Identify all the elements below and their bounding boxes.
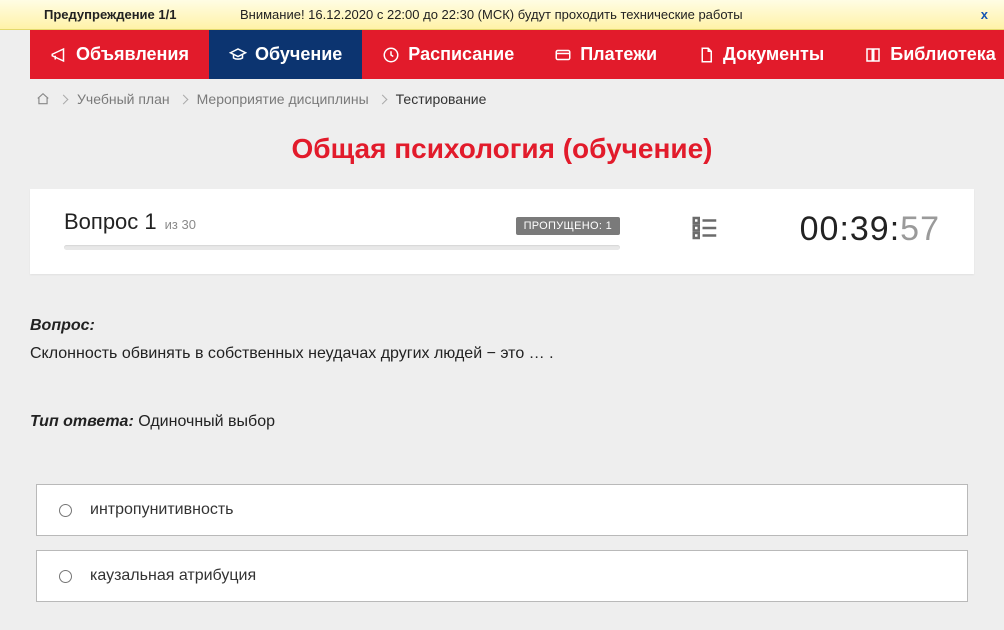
graduation-cap-icon [229, 46, 247, 64]
nav-tab-label: Библиотека [890, 44, 996, 65]
nav-tab-label: Расписание [408, 44, 514, 65]
answer-label: интропунитивность [90, 501, 234, 519]
clock-icon [382, 46, 400, 64]
breadcrumb-item[interactable]: Мероприятие дисциплины [197, 91, 369, 107]
progress-bar [64, 245, 620, 250]
question-label: Вопрос: [30, 317, 95, 334]
breadcrumb-item[interactable]: Учебный план [77, 91, 170, 107]
timer-hundredths: 57 [900, 210, 940, 248]
timer-minutes: 00 [800, 210, 840, 248]
answer-option[interactable]: интропунитивность [36, 484, 968, 536]
breadcrumb: Учебный план Мероприятие дисциплины Тест… [0, 79, 1004, 115]
question-number: Вопрос 1 [64, 209, 157, 235]
nav-tab-label: Обучение [255, 44, 342, 65]
home-icon[interactable] [36, 92, 50, 106]
chevron-right-icon [59, 94, 69, 104]
answer-radio[interactable] [59, 570, 72, 583]
answer-radio[interactable] [59, 504, 72, 517]
timer-seconds: 39 [850, 210, 890, 248]
chevron-right-icon [377, 94, 387, 104]
question-total: из 30 [165, 217, 196, 232]
warning-bar: Предупреждение 1/1 Внимание! 16.12.2020 … [0, 0, 1004, 30]
timer: 00:39:57 [780, 210, 940, 249]
nav-tab-label: Объявления [76, 44, 189, 65]
main-nav: Объявления Обучение Расписание [30, 30, 974, 79]
nav-tab-schedule[interactable]: Расписание [362, 30, 534, 79]
nav-tab-documents[interactable]: Документы [677, 30, 844, 79]
answer-label: каузальная атрибуция [90, 567, 256, 585]
question-progress: Вопрос 1 из 30 ПРОПУЩЕНО: 1 [64, 209, 620, 250]
answer-type-label: Тип ответа: [30, 413, 134, 430]
page-title: Общая психология (обучение) [0, 133, 1004, 165]
nav-tab-label: Платежи [580, 44, 657, 65]
warning-text: Внимание! 16.12.2020 с 22:00 до 22:30 (М… [240, 7, 975, 22]
answer-type-value: Одиночный выбор [138, 413, 275, 430]
nav-tab-learning[interactable]: Обучение [209, 30, 362, 79]
warning-close-button[interactable]: x [975, 7, 994, 22]
warning-title: Предупреждение 1/1 [44, 7, 240, 22]
megaphone-icon [50, 46, 68, 64]
question-list-icon[interactable] [690, 213, 720, 246]
skipped-badge: ПРОПУЩЕНО: 1 [516, 217, 620, 235]
document-icon [697, 46, 715, 64]
test-status-card: Вопрос 1 из 30 ПРОПУЩЕНО: 1 00:39:57 [30, 189, 974, 274]
scroll-container[interactable]: Предупреждение 1/1 Внимание! 16.12.2020 … [0, 0, 1004, 615]
breadcrumb-current: Тестирование [396, 91, 487, 107]
nav-tab-library[interactable]: Библиотека [844, 30, 1004, 79]
nav-tab-announcements[interactable]: Объявления [30, 30, 209, 79]
viewport: Предупреждение 1/1 Внимание! 16.12.2020 … [0, 0, 1004, 615]
answer-option[interactable]: каузальная атрибуция [36, 550, 968, 602]
question-text: Склонность обвинять в собственных неудач… [30, 342, 974, 366]
question-body: Вопрос: Склонность обвинять в собственны… [30, 314, 974, 434]
book-icon [864, 46, 882, 64]
page: Предупреждение 1/1 Внимание! 16.12.2020 … [0, 0, 1004, 615]
card-icon [554, 46, 572, 64]
nav-tab-label: Документы [723, 44, 824, 65]
chevron-right-icon [178, 94, 188, 104]
nav-tab-payments[interactable]: Платежи [534, 30, 677, 79]
answers-list: интропунитивность каузальная атрибуция [36, 484, 968, 602]
